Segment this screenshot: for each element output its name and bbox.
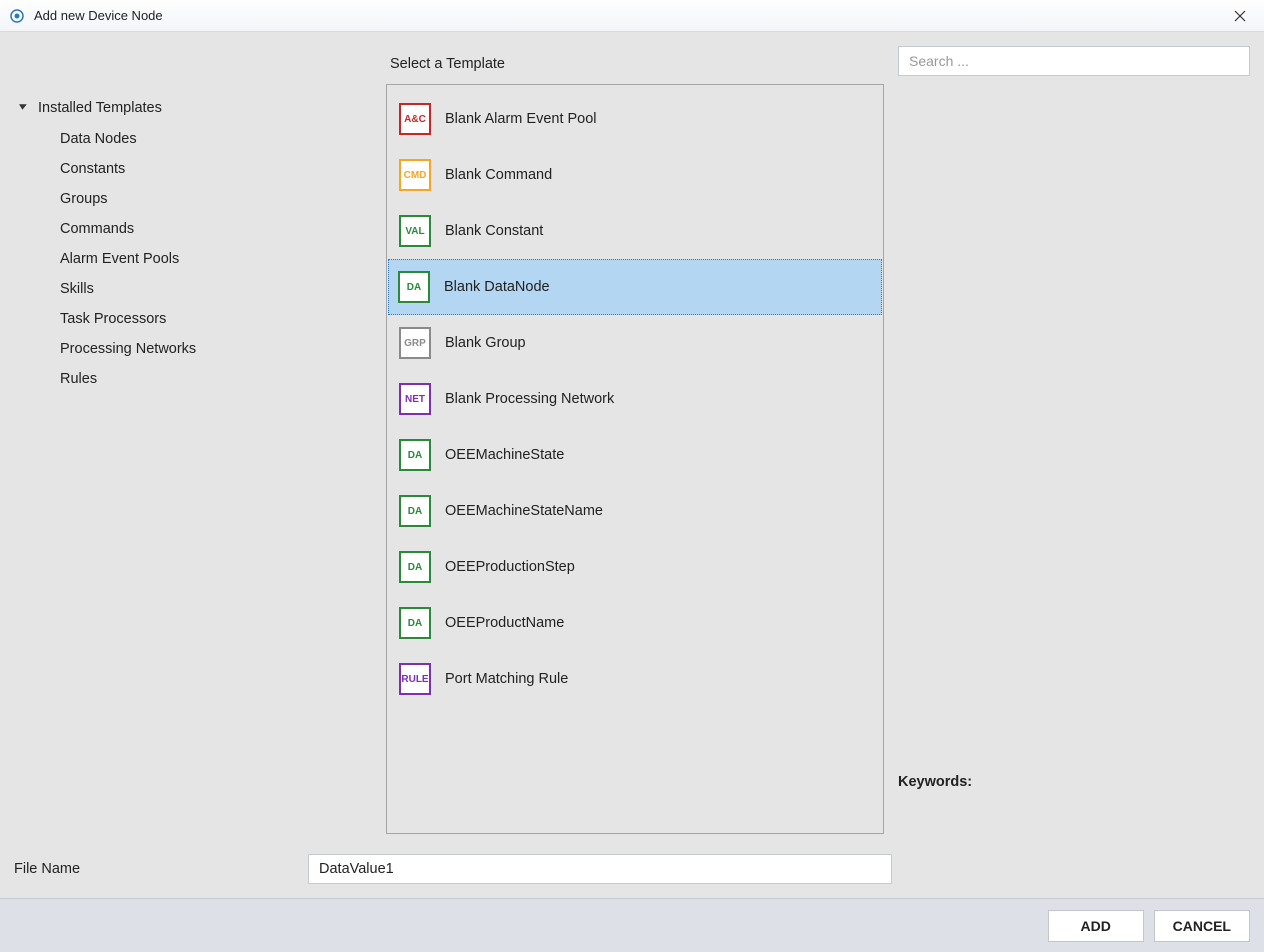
template-type-icon: DA bbox=[399, 439, 431, 471]
template-row[interactable]: VAL Blank Constant bbox=[389, 203, 881, 259]
close-button[interactable] bbox=[1224, 0, 1256, 32]
template-row[interactable]: CMD Blank Command bbox=[389, 147, 881, 203]
template-type-icon: DA bbox=[398, 271, 430, 303]
tree-parent-label: Installed Templates bbox=[38, 100, 162, 116]
template-type-icon: VAL bbox=[399, 215, 431, 247]
template-type-icon: NET bbox=[399, 383, 431, 415]
search-wrap bbox=[898, 46, 1250, 76]
template-label: OEEProductionStep bbox=[445, 559, 575, 575]
chevron-down-icon bbox=[18, 101, 32, 115]
template-label: Blank Command bbox=[445, 167, 552, 183]
template-row[interactable]: DA Blank DataNode bbox=[388, 259, 882, 315]
titlebar: Add new Device Node bbox=[0, 0, 1264, 32]
template-type-icon: GRP bbox=[399, 327, 431, 359]
template-type-icon: DA bbox=[399, 551, 431, 583]
filename-label: File Name bbox=[14, 861, 296, 877]
window-title: Add new Device Node bbox=[34, 8, 1224, 23]
template-label: Blank Alarm Event Pool bbox=[445, 111, 597, 127]
template-row[interactable]: A&C Blank Alarm Event Pool bbox=[389, 91, 881, 147]
tree-children: Data NodesConstantsGroupsCommandsAlarm E… bbox=[14, 124, 386, 394]
tree-item[interactable]: Alarm Event Pools bbox=[60, 244, 386, 274]
tree-item[interactable]: Data Nodes bbox=[60, 124, 386, 154]
tree-root: Installed Templates Data NodesConstantsG… bbox=[14, 96, 386, 394]
template-row[interactable]: DA OEEProductionStep bbox=[389, 539, 881, 595]
template-label: Blank Processing Network bbox=[445, 391, 614, 407]
template-label: OEEMachineState bbox=[445, 447, 564, 463]
template-label: Blank Group bbox=[445, 335, 526, 351]
template-type-icon: RULE bbox=[399, 663, 431, 695]
template-label: Port Matching Rule bbox=[445, 671, 568, 687]
template-type-icon: CMD bbox=[399, 159, 431, 191]
cancel-button[interactable]: CANCEL bbox=[1154, 910, 1250, 942]
template-label: Blank Constant bbox=[445, 223, 543, 239]
dialog-footer: ADD CANCEL bbox=[0, 898, 1264, 952]
filename-row: File Name bbox=[0, 846, 1264, 898]
template-label: OEEProductName bbox=[445, 615, 564, 631]
center-column: Select a Template A&C Blank Alarm Event P… bbox=[386, 46, 884, 840]
filename-input[interactable] bbox=[308, 854, 892, 884]
tree-parent-installed-templates[interactable]: Installed Templates bbox=[14, 96, 386, 124]
keywords-label: Keywords: bbox=[898, 774, 1250, 840]
template-type-icon: DA bbox=[399, 607, 431, 639]
template-label: OEEMachineStateName bbox=[445, 503, 603, 519]
tree-item[interactable]: Processing Networks bbox=[60, 334, 386, 364]
template-list[interactable]: A&C Blank Alarm Event Pool CMD Blank Comman… bbox=[386, 84, 884, 834]
tree-item[interactable]: Groups bbox=[60, 184, 386, 214]
template-heading: Select a Template bbox=[386, 46, 884, 84]
tree-item[interactable]: Skills bbox=[60, 274, 386, 304]
template-label: Blank DataNode bbox=[444, 279, 550, 295]
app-icon bbox=[8, 7, 26, 25]
tree-item[interactable]: Commands bbox=[60, 214, 386, 244]
tree-item[interactable]: Task Processors bbox=[60, 304, 386, 334]
template-row[interactable]: DA OEEMachineState bbox=[389, 427, 881, 483]
template-row[interactable]: GRP Blank Group bbox=[389, 315, 881, 371]
tree-item[interactable]: Constants bbox=[60, 154, 386, 184]
right-column: Keywords: bbox=[884, 46, 1250, 840]
template-type-icon: A&C bbox=[399, 103, 431, 135]
dialog-body: Installed Templates Data NodesConstantsG… bbox=[0, 32, 1264, 846]
add-button[interactable]: ADD bbox=[1048, 910, 1144, 942]
template-row[interactable]: DA OEEMachineStateName bbox=[389, 483, 881, 539]
search-input[interactable] bbox=[898, 46, 1250, 76]
template-row[interactable]: RULE Port Matching Rule bbox=[389, 651, 881, 707]
tree-item[interactable]: Rules bbox=[60, 364, 386, 394]
template-row[interactable]: DA OEEProductName bbox=[389, 595, 881, 651]
sidebar: Installed Templates Data NodesConstantsG… bbox=[14, 46, 386, 840]
template-type-icon: DA bbox=[399, 495, 431, 527]
template-row[interactable]: NET Blank Processing Network bbox=[389, 371, 881, 427]
